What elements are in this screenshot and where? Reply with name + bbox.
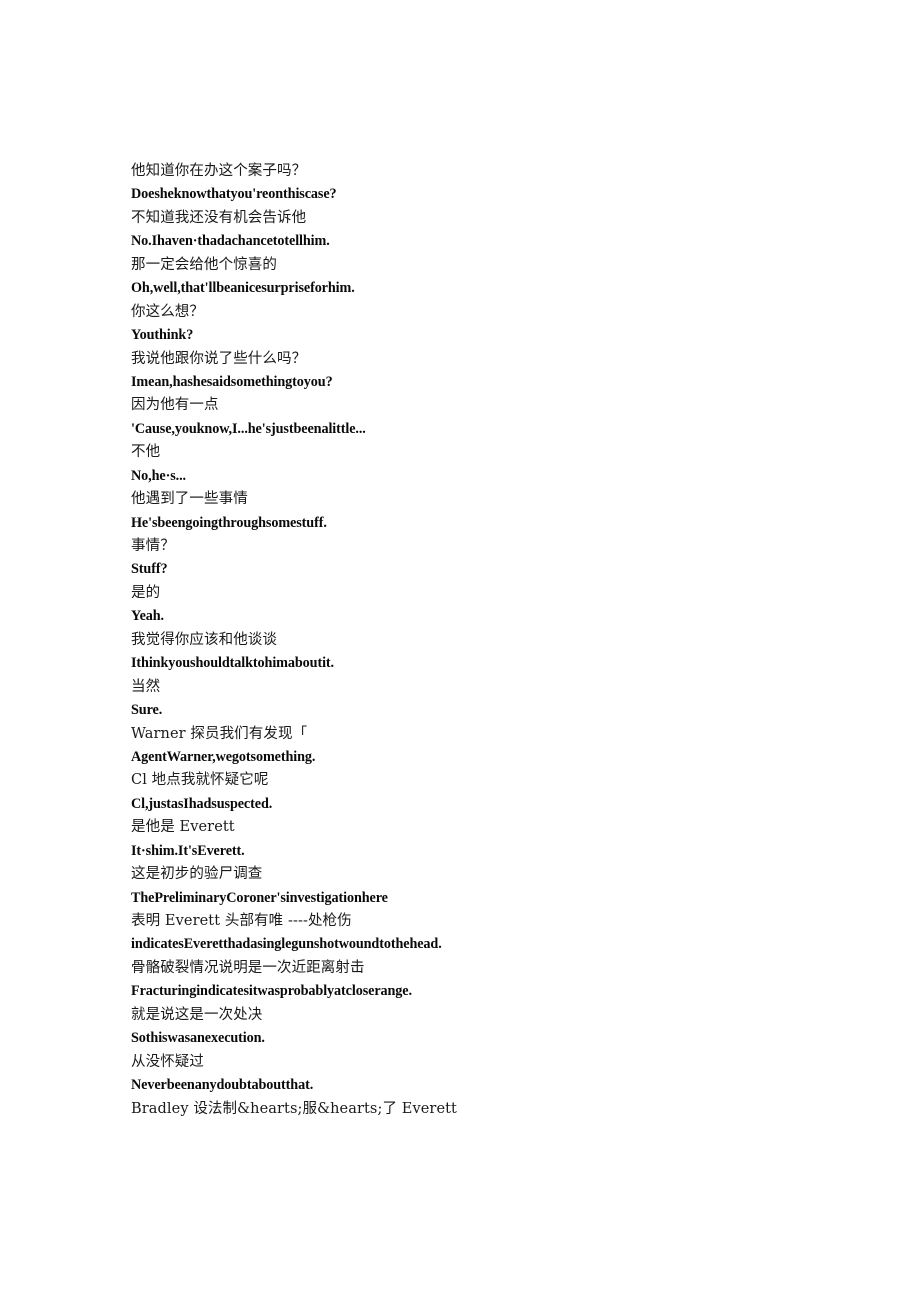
subtitle-line-chinese: 我觉得你应该和他谈谈 [131,631,277,648]
transcript-body: 他知道你在办这个案子吗？ Doesheknowthatyou'reonthisca… [131,160,831,1121]
subtitle-line-english: Fracturingindicatesitwasprobablyatcloser… [131,983,412,1000]
subtitle-line-english: No,he·s... [131,467,186,484]
subtitle-line-english: ThePreliminaryCoroner'sinvestigationhere [131,889,388,906]
subtitle-line-english: Sothiswasanexecution. [131,1030,265,1047]
subtitle-line-english: Yeah. [131,608,164,625]
subtitle-line-english: No.Ihaven·thadachancetotellhim. [131,233,330,250]
subtitle-line-english: 'Cause,youknow,I...he'sjustbeenalittle..… [131,420,366,437]
subtitle-line-english: Sure. [131,702,163,719]
subtitle-line-english: Ithinkyoushouldtalktohimaboutit. [131,655,334,672]
subtitle-line-chinese: 我说他跟你说了些什么吗？ [131,350,307,367]
subtitle-line-chinese: 不知道我还没有机会告诉他 [131,209,307,226]
subtitle-line-english: Neverbeenanydoubtaboutthat. [131,1077,314,1094]
subtitle-line-chinese: 骨骼破裂情况说明是一次近距离射击 [131,959,365,976]
subtitle-line-chinese: 从没怀疑过 [131,1053,204,1070]
subtitle-line-chinese: 因为他有一点 [131,397,219,414]
subtitle-line-chinese: 是的 [131,584,161,601]
subtitle-line-english: It·shim.It'sEverett. [131,842,245,859]
subtitle-line-english: AgentWarner,wegotsomething. [131,748,316,765]
subtitle-line-english: Youthink? [131,327,194,344]
subtitle-line-chinese: Bradley 设法制&hearts;服&hearts;了 Everett [131,1100,457,1117]
subtitle-line-chinese: 不他 [131,444,161,461]
subtitle-line-chinese: 事情？ [131,538,175,554]
subtitle-line-chinese: 他知道你在办这个案子吗？ [131,163,307,179]
subtitle-line-chinese: 他遇到了一些事情 [131,491,248,508]
subtitle-line-chinese: Cl 地点我就怀疑它呢 [131,772,269,789]
subtitle-line-chinese: 就是说这是一次处决 [131,1006,263,1023]
subtitle-line-chinese: 你这么想？ [131,303,204,320]
subtitle-line-chinese: 当然 [131,678,161,695]
subtitle-line-chinese: 那一定会给他个惊喜的 [131,256,277,273]
subtitle-line-english: He'sbeengoingthroughsomestuff. [131,514,327,531]
subtitle-line-chinese: 是他是 Everett [131,819,235,836]
subtitle-line-chinese: 这是初步的验尸调查 [131,866,263,883]
subtitle-line-chinese: 表明 Everett 头部有唯 ----处枪伤 [131,913,352,929]
subtitle-line-english: indicatesEveretthadasinglegunshotwoundto… [131,936,442,953]
subtitle-line-english: Imean,hashesaidsomethingtoyou? [131,373,333,390]
subtitle-line-chinese: Warner 探员我们有发现「 [131,725,308,742]
subtitle-line-english: Oh,well,that'llbeanicesurpriseforhim. [131,280,355,297]
subtitle-line-english: Stuff? [131,561,168,578]
subtitle-line-english: Cl,justasIhadsuspected. [131,795,273,812]
subtitle-line-english: Doesheknowthatyou'reonthiscase? [131,186,337,203]
